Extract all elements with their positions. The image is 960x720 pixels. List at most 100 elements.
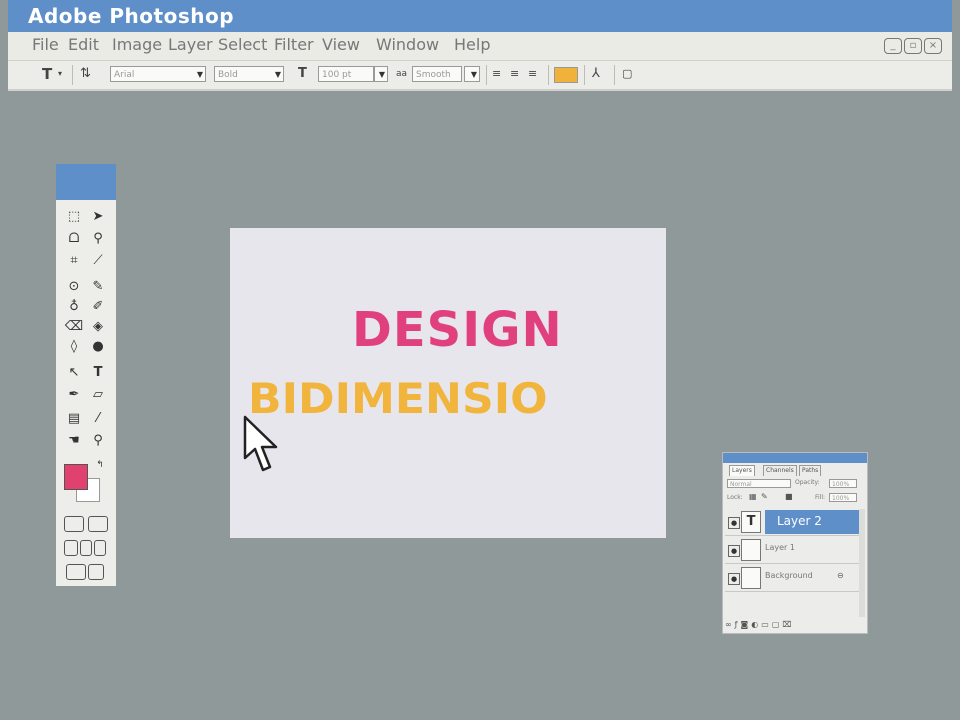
standard-mode-icon[interactable] (64, 516, 84, 532)
menu-help[interactable]: Help (454, 35, 490, 54)
layer-row-layer-1[interactable]: ● Layer 1 (725, 537, 859, 564)
quick-mask-row (62, 516, 110, 532)
layer-row-background[interactable]: ● Background ⊖ (725, 565, 859, 592)
dropdown-arrow-icon: ▼ (378, 70, 385, 79)
lasso-icon[interactable]: ᗝ (64, 230, 84, 248)
menu-select[interactable]: Select (218, 35, 267, 54)
shape-icon[interactable]: ▱ (88, 386, 108, 404)
menu-view[interactable]: View (322, 35, 360, 54)
slice-icon[interactable]: ⟋ (88, 252, 108, 270)
layer-thumb-icon (741, 539, 761, 561)
blend-mode-select[interactable]: Normal (727, 479, 791, 488)
full-screen-menu-icon[interactable] (80, 540, 92, 556)
lock-label: Lock: (727, 494, 743, 501)
canvas-text-bidimensio[interactable]: BIDIMENSIO (248, 374, 548, 423)
brush-icon[interactable]: ✎ (88, 278, 108, 296)
link-layers-icon[interactable]: ∞ (725, 620, 735, 629)
lock-icon: ⊖ (837, 571, 844, 580)
canvas-text-design[interactable]: DESIGN (352, 302, 563, 358)
hand-icon[interactable]: ☚ (64, 432, 84, 450)
visibility-eye-icon[interactable]: ● (728, 517, 740, 529)
layer-mask-icon[interactable]: ◙ (741, 620, 752, 629)
screen-mode-row (62, 540, 110, 556)
tab-paths[interactable]: Paths (799, 465, 822, 476)
menu-image[interactable]: Image (112, 35, 162, 54)
type-icon[interactable]: T (88, 364, 108, 382)
jump-to-icon[interactable] (88, 564, 104, 580)
menu-file[interactable]: File (32, 35, 59, 54)
menu-window[interactable]: Window (376, 35, 439, 54)
layer-row-layer-2[interactable]: ● T Layer 2 (725, 509, 859, 536)
font-family-select[interactable]: Arial ▼ (110, 66, 206, 82)
tab-layers[interactable]: Layers (729, 465, 755, 476)
mouse-pointer-icon (243, 415, 278, 472)
pen-icon[interactable]: ✒ (64, 386, 84, 404)
imageready-icon[interactable] (66, 564, 86, 580)
toolbox-panel: ⬚ ➤ ᗝ ⚲ ⌗ ⟋ ⊙ ✎ ♁ ✐ ⌫ ◈ ◊ ● ↖ T ✒ ▱ ▤ ⁄ … (56, 164, 116, 586)
fill-label: Fill: (815, 494, 826, 501)
blur-icon[interactable]: ◊ (64, 338, 84, 356)
layer-name: Layer 1 (765, 543, 795, 552)
font-style-value: Bold (218, 70, 238, 80)
text-color-swatch[interactable] (554, 67, 578, 83)
swap-colors-icon[interactable]: ↰ (90, 456, 110, 474)
document-canvas[interactable]: DESIGN BIDIMENSIO (230, 228, 666, 538)
marquee-icon[interactable]: ⬚ (64, 208, 84, 226)
eyedropper-icon[interactable]: ⁄ (88, 410, 108, 428)
align-center-icon[interactable]: ≡ (510, 66, 519, 82)
move-icon[interactable]: ➤ (88, 208, 108, 226)
align-right-icon[interactable]: ≡ (528, 66, 537, 82)
warp-text-icon[interactable]: ⅄ (592, 66, 600, 82)
lock-all-icon[interactable]: ■ (785, 492, 793, 501)
magic-wand-icon[interactable]: ⚲ (88, 230, 108, 248)
antialias-dropdown[interactable]: ▼ (464, 66, 480, 82)
visibility-eye-icon[interactable]: ● (728, 545, 740, 557)
stamp-icon[interactable]: ♁ (64, 298, 84, 316)
history-brush-icon[interactable]: ✐ (88, 298, 108, 316)
menu-layer[interactable]: Layer (168, 35, 213, 54)
eraser-icon[interactable]: ⌫ (64, 318, 84, 336)
fill-field[interactable]: 100% (829, 493, 857, 502)
adjustment-layer-icon[interactable]: ◐ (751, 620, 761, 629)
layers-panel-header[interactable] (723, 453, 867, 463)
font-size-field[interactable]: 100 pt (318, 66, 374, 82)
minimize-icon[interactable]: _ (884, 38, 902, 54)
new-group-icon[interactable]: ▭ (761, 620, 772, 629)
opacity-field[interactable]: 100% (829, 479, 857, 488)
dropdown-arrow-icon: ▼ (196, 70, 203, 79)
dodge-icon[interactable]: ● (88, 338, 108, 356)
restore-icon[interactable]: ▫ (904, 38, 922, 54)
antialias-field[interactable]: Smooth (412, 66, 462, 82)
visibility-eye-icon[interactable]: ● (728, 573, 740, 585)
new-layer-icon[interactable]: ▢ (772, 620, 783, 629)
layers-scrollbar[interactable] (859, 509, 865, 617)
tool-preset-dropdown-icon[interactable]: ▾ (58, 66, 62, 82)
layers-panel-footer: ∞ƒ◙◐▭▢⌧ (725, 619, 865, 631)
quick-mask-icon[interactable] (88, 516, 108, 532)
lock-transparency-icon[interactable]: ▦ (749, 492, 757, 501)
healing-icon[interactable]: ⊙ (64, 278, 84, 296)
fill-icon[interactable]: ◈ (88, 318, 108, 336)
tab-channels[interactable]: Channels (763, 465, 797, 476)
align-left-icon[interactable]: ≡ (492, 66, 501, 82)
menu-edit[interactable]: Edit (68, 35, 99, 54)
path-select-icon[interactable]: ↖ (64, 364, 84, 382)
app-title: Adobe Photoshop (28, 4, 235, 28)
standard-screen-icon[interactable] (64, 540, 78, 556)
zoom-icon[interactable]: ⚲ (88, 432, 108, 450)
lock-pixels-icon[interactable]: ✎ (761, 492, 768, 501)
crop-icon[interactable]: ⌗ (64, 252, 84, 270)
close-icon[interactable]: × (924, 38, 942, 54)
options-bar: T ▾ ⇅ Arial ▼ Bold ▼ T 100 pt ▼ aa Smoot… (8, 60, 952, 91)
palettes-toggle-icon[interactable]: ▢ (622, 66, 632, 82)
font-style-select[interactable]: Bold ▼ (214, 66, 284, 82)
full-screen-icon[interactable] (94, 540, 106, 556)
orientation-toggle-icon[interactable]: ⇅ (80, 66, 91, 82)
menu-filter[interactable]: Filter (274, 35, 314, 54)
delete-layer-icon[interactable]: ⌧ (782, 620, 794, 629)
font-size-dropdown[interactable]: ▼ (374, 66, 388, 82)
type-tool-icon[interactable]: T (42, 66, 52, 82)
foreground-color-swatch[interactable] (64, 464, 88, 490)
toolbox-header[interactable] (56, 164, 116, 200)
notes-icon[interactable]: ▤ (64, 410, 84, 428)
